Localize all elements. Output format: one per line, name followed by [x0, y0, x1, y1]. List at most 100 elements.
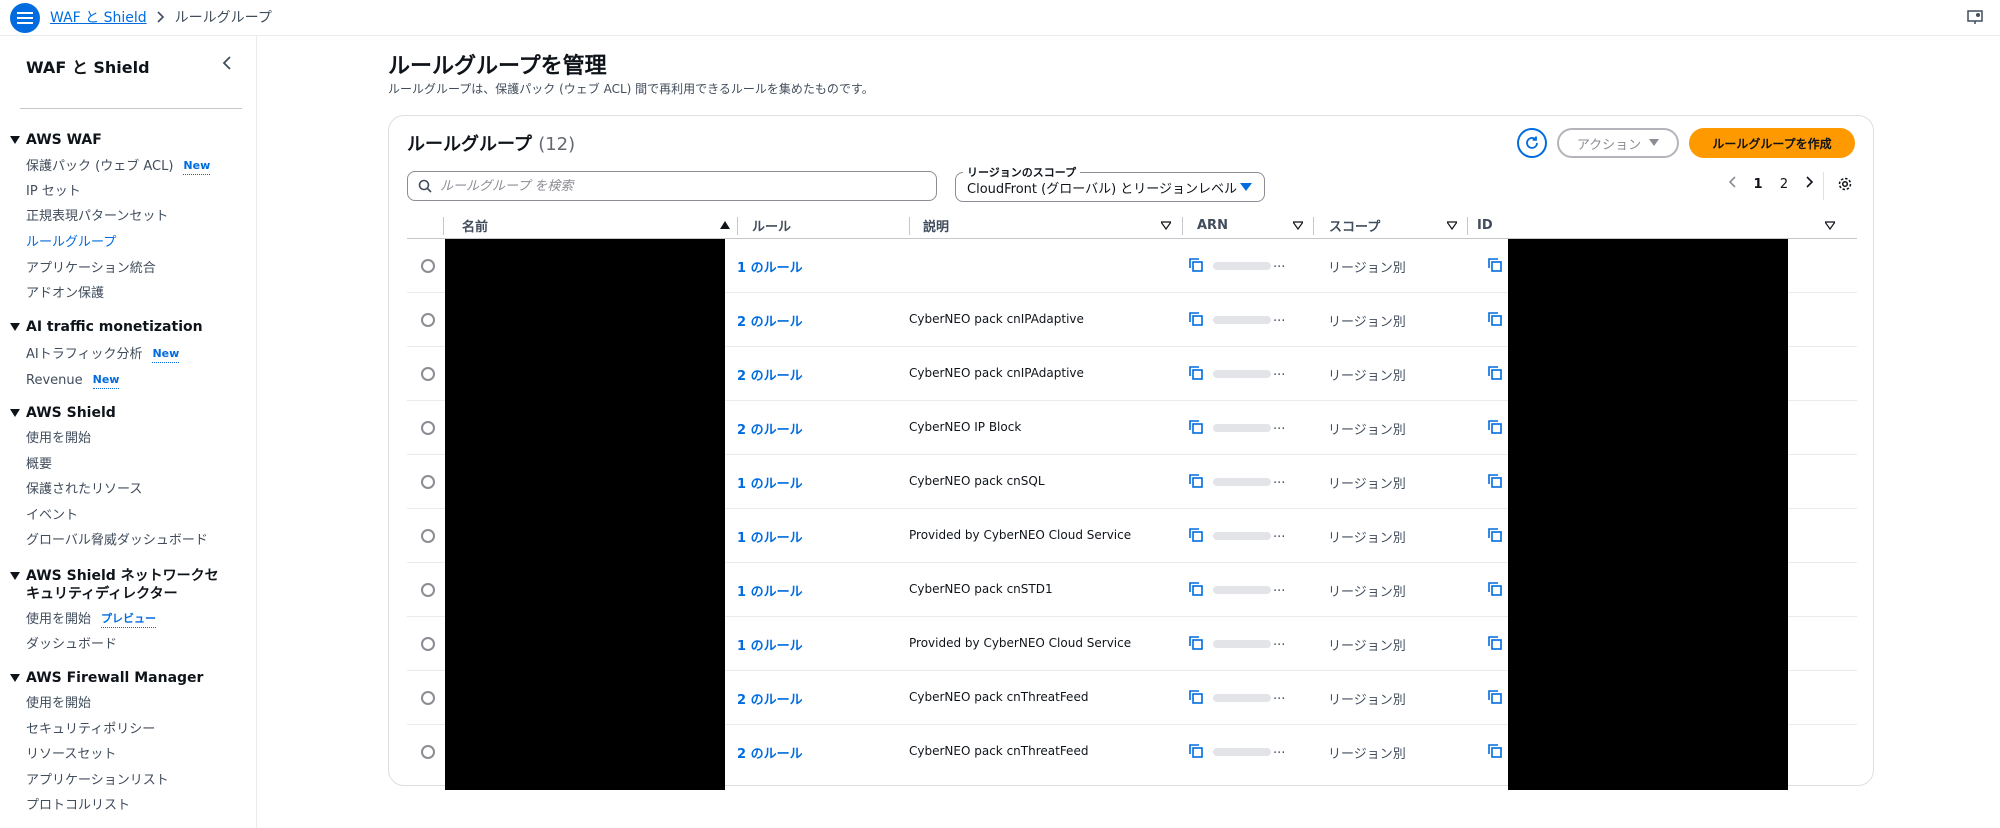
copy-icon[interactable]	[1188, 419, 1204, 435]
sidebar-item-security-policies[interactable]: セキュリティポリシー	[26, 722, 155, 738]
sidebar-item-protection-packs[interactable]: 保護パック (ウェブ ACL) New	[26, 158, 211, 175]
arn-value-redacted	[1213, 586, 1271, 594]
search-input[interactable]	[440, 178, 920, 194]
rules-link[interactable]: 1 のルール	[737, 473, 803, 492]
rules-link[interactable]: 1 のルール	[737, 257, 803, 276]
rules-link[interactable]: 2 のルール	[737, 311, 803, 330]
row-select-radio[interactable]	[421, 583, 435, 597]
sidebar-section-network-security-director[interactable]: AWS Shield ネットワークセキュリティディレクター	[10, 567, 230, 603]
gear-icon[interactable]	[1837, 176, 1853, 196]
column-header-description[interactable]: 説明	[923, 211, 949, 239]
copy-icon[interactable]	[1188, 581, 1204, 597]
sort-icon[interactable]	[1161, 221, 1171, 230]
sidebar-section-aws-shield[interactable]: AWS Shield	[10, 404, 116, 422]
page-2-button[interactable]: 2	[1771, 177, 1797, 192]
column-header-rules[interactable]: ルール	[752, 211, 791, 239]
sidebar-item-app-integration[interactable]: アプリケーション統合	[26, 261, 156, 277]
copy-icon[interactable]	[1188, 365, 1204, 381]
rules-link[interactable]: 1 のルール	[737, 635, 803, 654]
copy-icon[interactable]	[1487, 581, 1503, 597]
sort-ascending-icon[interactable]	[720, 221, 730, 230]
sidebar-item-global-threat-dashboard[interactable]: グローバル脅威ダッシュボード	[26, 533, 208, 549]
column-header-arn[interactable]: ARN	[1197, 211, 1228, 239]
sidebar-item-label: 保護パック (ウェブ ACL)	[26, 158, 174, 174]
sidebar-item-shield-overview[interactable]: 概要	[26, 457, 52, 473]
copy-icon[interactable]	[1188, 743, 1204, 759]
copy-icon[interactable]	[1487, 635, 1503, 651]
create-rule-group-button[interactable]: ルールグループを作成	[1689, 128, 1855, 158]
row-scope: リージョン別	[1328, 531, 1406, 546]
row-select-radio[interactable]	[421, 745, 435, 759]
sidebar-item-protected-resources[interactable]: 保護されたリソース	[26, 482, 142, 498]
actions-button[interactable]: アクション	[1557, 128, 1679, 158]
row-select-radio[interactable]	[421, 475, 435, 489]
search-field[interactable]	[407, 171, 937, 201]
sidebar-item-fm-getting-started[interactable]: 使用を開始	[26, 696, 91, 712]
menu-icon[interactable]	[10, 3, 40, 33]
copy-icon[interactable]	[1188, 689, 1204, 705]
copy-icon[interactable]	[1188, 527, 1204, 543]
row-select-radio[interactable]	[421, 421, 435, 435]
chevron-left-icon[interactable]	[222, 56, 232, 74]
sidebar-item-application-lists[interactable]: アプリケーションリスト	[26, 773, 169, 789]
copy-icon[interactable]	[1487, 689, 1503, 705]
refresh-icon	[1526, 136, 1538, 149]
rules-link[interactable]: 1 のルール	[737, 581, 803, 600]
refresh-button[interactable]	[1517, 128, 1547, 158]
rules-link[interactable]: 2 のルール	[737, 743, 803, 762]
copy-icon[interactable]	[1188, 635, 1204, 651]
sidebar-item-protocol-lists[interactable]: プロトコルリスト	[26, 798, 130, 814]
sidebar-item-ip-sets[interactable]: IP セット	[26, 184, 81, 200]
sidebar-section-aws-waf[interactable]: AWS WAF	[10, 131, 102, 149]
sidebar-item-ai-traffic-analysis[interactable]: AIトラフィック分析 New	[26, 346, 180, 363]
arn-ellipsis: ...	[1273, 256, 1286, 271]
copy-icon[interactable]	[1487, 527, 1503, 543]
row-select-radio[interactable]	[421, 259, 435, 273]
rules-link[interactable]: 2 のルール	[737, 419, 803, 438]
copy-icon[interactable]	[1188, 257, 1204, 273]
sidebar-item-regex-sets[interactable]: 正規表現パターンセット	[26, 209, 168, 225]
rules-link[interactable]: 2 のルール	[737, 689, 803, 708]
sidebar-section-ai-traffic[interactable]: AI traffic monetization	[10, 318, 203, 336]
sort-icon[interactable]	[1825, 221, 1835, 230]
copy-icon[interactable]	[1487, 419, 1503, 435]
row-select-radio[interactable]	[421, 367, 435, 381]
table-heading-label: ルールグループ	[407, 134, 532, 155]
notifications-icon[interactable]	[1966, 8, 1984, 30]
rules-link[interactable]: 1 のルール	[737, 527, 803, 546]
sidebar-section-firewall-manager[interactable]: AWS Firewall Manager	[10, 669, 203, 687]
page-1-button[interactable]: 1	[1745, 177, 1771, 192]
row-select-radio[interactable]	[421, 313, 435, 327]
row-select-radio[interactable]	[421, 691, 435, 705]
sidebar-item-shield-getting-started[interactable]: 使用を開始	[26, 431, 91, 447]
settings-divider	[1823, 172, 1824, 200]
sidebar-item-events[interactable]: イベント	[26, 508, 78, 524]
sort-icon[interactable]	[1293, 221, 1303, 230]
rules-link[interactable]: 2 のルール	[737, 365, 803, 384]
copy-icon[interactable]	[1487, 473, 1503, 489]
row-select-radio[interactable]	[421, 529, 435, 543]
copy-icon[interactable]	[1487, 311, 1503, 327]
copy-icon[interactable]	[1487, 257, 1503, 273]
sort-icon[interactable]	[1447, 221, 1457, 230]
column-header-name[interactable]: 名前	[462, 211, 488, 239]
sidebar-item-label: プロトコルリスト	[26, 798, 131, 813]
previous-page-icon[interactable]	[1719, 176, 1745, 192]
row-scope: リージョン別	[1328, 639, 1406, 654]
copy-icon[interactable]	[1487, 743, 1503, 759]
sidebar-item-addon-protection[interactable]: アドオン保護	[26, 286, 104, 302]
breadcrumb-root-link[interactable]: WAF と Shield	[50, 7, 147, 27]
sidebar-item-nsd-dashboard[interactable]: ダッシュボード	[26, 637, 117, 653]
copy-icon[interactable]	[1188, 473, 1204, 489]
sidebar-item-rule-groups[interactable]: ルールグループ	[26, 235, 116, 251]
sidebar-item-revenue[interactable]: Revenue New	[26, 372, 120, 389]
copy-icon[interactable]	[1188, 311, 1204, 327]
next-page-icon[interactable]	[1797, 176, 1823, 192]
sidebar-item-resource-sets[interactable]: リソースセット	[26, 747, 116, 763]
sidebar-item-nsd-getting-started[interactable]: 使用を開始 プレビュー	[26, 611, 157, 628]
column-header-scope[interactable]: スコープ	[1329, 211, 1380, 239]
row-select-radio[interactable]	[421, 637, 435, 651]
copy-icon[interactable]	[1487, 365, 1503, 381]
sidebar-item-label: リソースセット	[26, 747, 117, 762]
column-header-id[interactable]: ID	[1477, 211, 1493, 239]
